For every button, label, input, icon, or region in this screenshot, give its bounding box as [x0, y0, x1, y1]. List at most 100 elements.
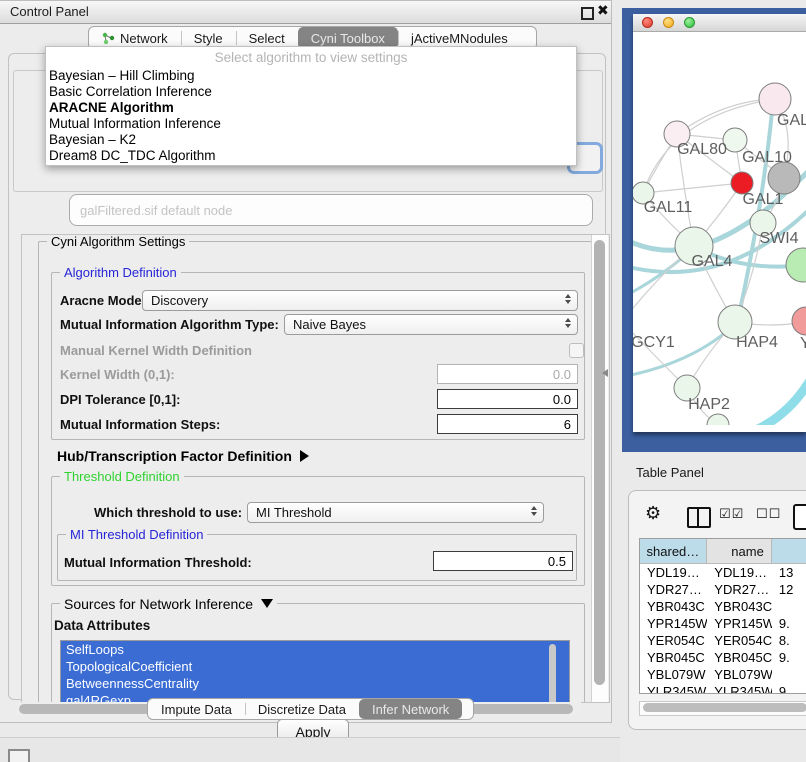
settings-scroll-area: Cyni Algorithm Settings Algorithm Defini…: [21, 234, 610, 703]
attribute-item[interactable]: TopologicalCoefficient: [61, 658, 569, 675]
table-cell: 9.: [772, 649, 806, 666]
settings-vscroll-track[interactable]: [591, 235, 608, 702]
network-node[interactable]: [792, 307, 806, 335]
data-attributes-list[interactable]: SelfLoopsTopologicalCoefficientBetweenne…: [60, 640, 570, 703]
tab-discretize-data[interactable]: Discretize Data: [245, 699, 359, 719]
table-row[interactable]: YER054CYER054C8.: [640, 632, 806, 649]
algorithm-option[interactable]: Bayesian – Hill Climbing: [49, 68, 573, 84]
checked-pair-icon[interactable]: ☑☑: [719, 506, 744, 522]
algorithm-option[interactable]: ARACNE Algorithm: [49, 100, 573, 116]
aracne-mode-label: Aracne Mode:: [60, 293, 146, 308]
table-cell: YDL19…: [707, 564, 772, 581]
algorithm-option[interactable]: Mutual Information Inference: [49, 116, 573, 132]
tab-label: Network: [120, 31, 168, 46]
minimized-panel-icon[interactable]: [8, 749, 30, 762]
gear-icon[interactable]: ⚙: [645, 503, 661, 524]
table-cell: 12: [772, 581, 806, 598]
column-header[interactable]: name: [707, 539, 772, 563]
attribute-item[interactable]: SelfLoops: [61, 641, 569, 658]
table-cell: YDR27…: [640, 581, 707, 598]
table-cell: YBL079W: [640, 666, 707, 683]
which-threshold-label: Which threshold to use:: [94, 505, 242, 520]
stepper-arrows-icon: [565, 294, 571, 304]
algorithm-definition-legend: Algorithm Definition: [60, 265, 181, 280]
table-cell: 9.: [772, 683, 806, 694]
mi-threshold-group: MI Threshold Definition Mutual Informati…: [57, 534, 577, 581]
data-attributes-label: Data Attributes: [54, 618, 150, 633]
table-cell: 8.: [772, 632, 806, 649]
table-cell: 9.: [772, 615, 806, 632]
mi-steps-label: Mutual Information Steps:: [60, 417, 220, 432]
node-attribute-table[interactable]: shared…name YDL19…YDL19…13YDR27…YDR27…12…: [639, 538, 806, 694]
close-traffic-light[interactable]: [642, 17, 653, 28]
tab-label: jActiveMNodules: [411, 31, 508, 46]
mi-type-combo[interactable]: Naive Bayes: [284, 314, 578, 335]
table-hscroll-thumb[interactable]: [643, 703, 806, 712]
mi-threshold-input[interactable]: 0.5: [433, 551, 573, 571]
network-canvas[interactable]: GALGAL80GAL10GAL1GAL11SWI4GAL4GCY1HAP4YH…: [633, 32, 806, 425]
algorithm-option[interactable]: Dream8 DC_TDC Algorithm: [49, 148, 573, 164]
attribute-item[interactable]: BetweennessCentrality: [61, 675, 569, 692]
settings-vscroll-thumb[interactable]: [594, 240, 605, 685]
cyni-algorithm-settings-group: Cyni Algorithm Settings Algorithm Defini…: [38, 241, 592, 703]
dpi-tolerance-label: DPI Tolerance [0,1]:: [60, 392, 180, 407]
network-edge[interactable]: [751, 360, 806, 425]
zoom-traffic-light[interactable]: [684, 17, 695, 28]
close-icon[interactable]: ✖: [597, 2, 609, 19]
algorithm-option[interactable]: Basic Correlation Inference: [49, 84, 573, 100]
hub-definition-expander[interactable]: Hub/Transcription Factor Definition: [57, 448, 309, 464]
network-node[interactable]: [759, 83, 791, 115]
table-row[interactable]: YBL079WYBL079W: [640, 666, 806, 683]
table-row[interactable]: YBR045CYBR045C9.: [640, 649, 806, 666]
network-node[interactable]: [707, 414, 729, 425]
network-node[interactable]: [786, 248, 806, 282]
table-cell: 13: [772, 564, 806, 581]
table-cell: YDR27…: [707, 581, 772, 598]
table-row[interactable]: YPR145WYPR145W9.: [640, 615, 806, 632]
node-label: GAL: [777, 112, 806, 129]
table-row[interactable]: YLR345WYLR345W9.: [640, 683, 806, 694]
table-row[interactable]: YDR27…YDR27…12: [640, 581, 806, 598]
manual-kernel-checkbox[interactable]: [569, 343, 584, 358]
table-row[interactable]: YDL19…YDL19…13: [640, 564, 806, 581]
table-cell: YDL19…: [640, 564, 707, 581]
algorithm-option[interactable]: Bayesian – K2: [49, 132, 573, 148]
column-header[interactable]: [772, 539, 806, 563]
document-icon[interactable]: [793, 504, 806, 530]
aracne-mode-combo[interactable]: Discovery: [142, 290, 578, 311]
obscured-table-field[interactable]: galFiltered.sif default node: [69, 194, 593, 226]
panel-collapse-arrow-icon[interactable]: [602, 369, 608, 377]
table-cell: YLR345W: [640, 683, 707, 694]
mi-threshold-legend: MI Threshold Definition: [66, 527, 207, 542]
which-threshold-value: MI Threshold: [256, 505, 332, 520]
cyni-settings-legend: Cyni Algorithm Settings: [47, 234, 189, 249]
table-cell: YBR045C: [640, 649, 707, 666]
tab-impute-data[interactable]: Impute Data: [148, 699, 245, 719]
minimize-traffic-light[interactable]: [663, 17, 674, 28]
network-node[interactable]: [768, 162, 800, 194]
network-edge[interactable]: [643, 183, 742, 193]
network-edge[interactable]: [633, 322, 685, 386]
tab-infer-network[interactable]: Infer Network: [359, 699, 462, 719]
dpi-tolerance-input[interactable]: 0.0: [437, 389, 578, 409]
kernel-width-input[interactable]: 0.0: [437, 364, 578, 384]
threshold-definition-legend: Threshold Definition: [60, 469, 184, 484]
table-rows: YDL19…YDL19…13YDR27…YDR27…12YBR043CYBR04…: [640, 564, 806, 694]
node-label: HAP2: [688, 396, 730, 413]
table-row[interactable]: YBR043CYBR043C: [640, 598, 806, 615]
network-window: GALGAL80GAL10GAL1GAL11SWI4GAL4GCY1HAP4YH…: [633, 14, 806, 432]
algorithm-definition-group: Algorithm Definition Aracne Mode: Discov…: [51, 272, 585, 440]
mi-steps-input[interactable]: 6: [437, 414, 578, 434]
node-label: SWI4: [759, 230, 798, 247]
unchecked-pair-icon[interactable]: ☐☐: [756, 506, 781, 522]
sources-legend-label: Sources for Network Inference: [64, 596, 253, 612]
which-threshold-combo[interactable]: MI Threshold: [247, 502, 544, 523]
columns-icon[interactable]: [687, 507, 711, 528]
node-label: GAL1: [743, 191, 784, 208]
node-label: GCY1: [633, 334, 675, 351]
attributes-list-scrollbar[interactable]: [549, 644, 556, 703]
column-header[interactable]: shared…: [640, 539, 707, 563]
sources-legend[interactable]: Sources for Network Inference: [60, 596, 277, 612]
page: Control Panel ✖ Network Style Select Cyn…: [0, 0, 806, 762]
float-panel-icon[interactable]: [581, 7, 594, 20]
